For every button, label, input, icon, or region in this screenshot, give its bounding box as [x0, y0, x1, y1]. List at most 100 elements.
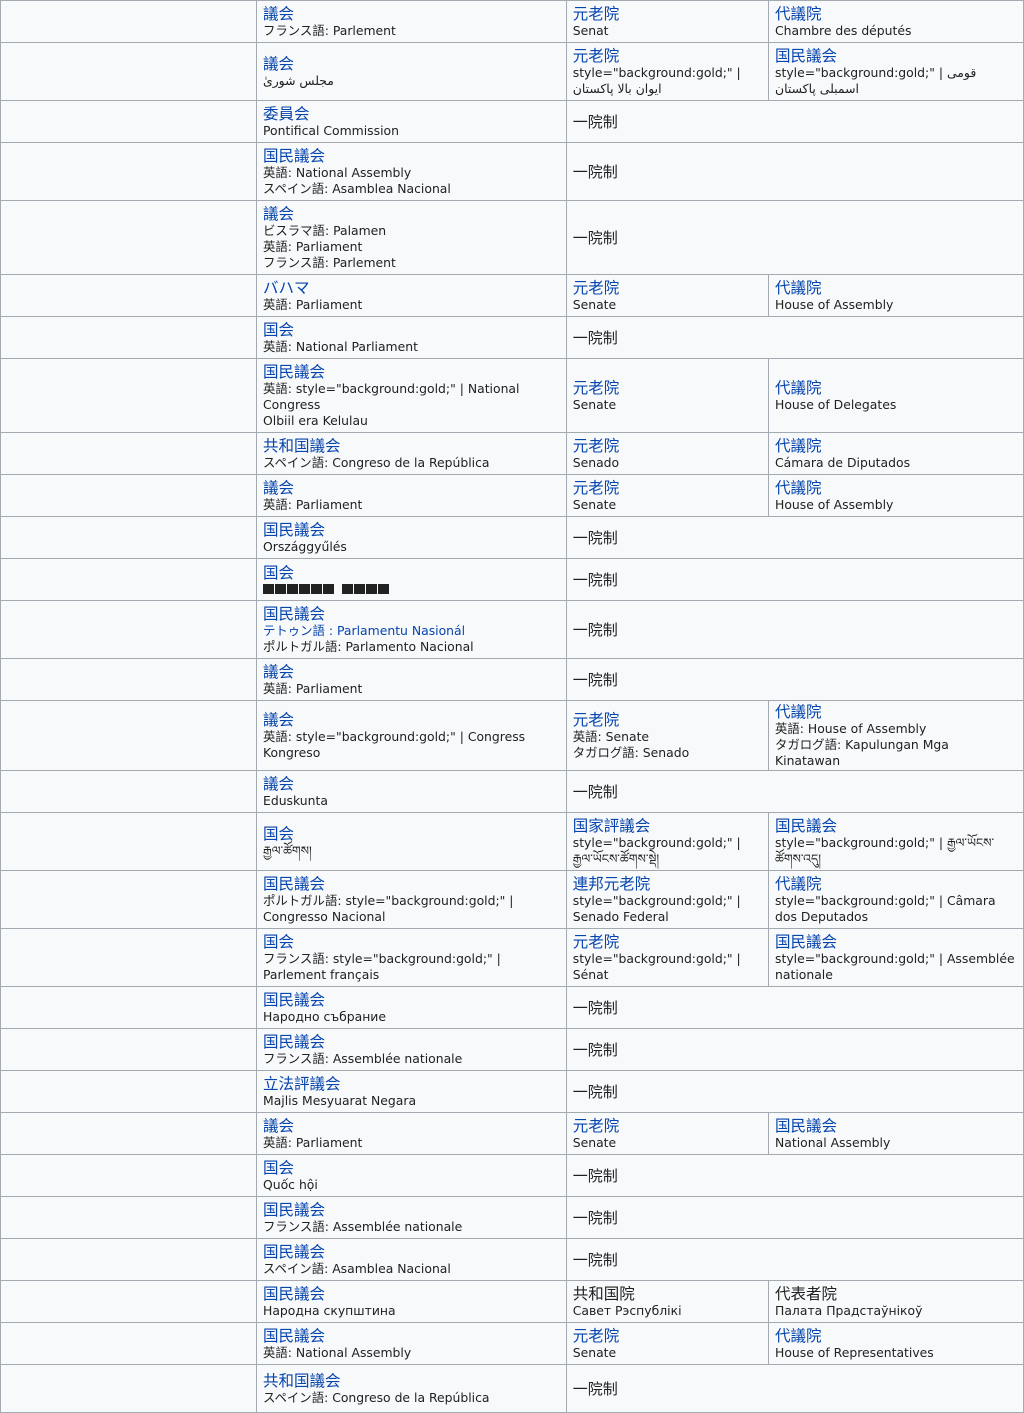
country-cell [0, 770, 257, 813]
house-name-link[interactable]: 代議院 [775, 1327, 1017, 1345]
legislature-name-link[interactable]: 立法評議会 [263, 1075, 560, 1093]
house-name-link[interactable]: 国民議会 [775, 817, 1017, 835]
country-cell [0, 200, 257, 275]
legislature-name-link[interactable]: 国民議会 [263, 1243, 560, 1261]
house-name-link[interactable]: 元老院 [573, 5, 762, 23]
unicameral-cell: 一院制 [565, 1028, 1024, 1071]
legislature-name-link[interactable]: 国会 [263, 933, 560, 951]
table-row: 議会 英語: Parliament 一院制 [0, 658, 1024, 701]
legislature-name-link[interactable]: 議会 [263, 5, 560, 23]
house-name-link[interactable]: 代議院 [775, 5, 1017, 23]
house-native-name: Senat [572, 23, 609, 38]
legislature-name-link[interactable]: 国民議会 [263, 521, 560, 539]
house-name-link[interactable]: 元老院 [573, 711, 762, 729]
legislature-cell: 議会 英語: style="background:gold;" | Congres… [256, 700, 567, 771]
legislature-name-link[interactable]: 共和国議会 [263, 1372, 560, 1390]
legislature-cell: 国会 英語: National Parliament [256, 316, 567, 359]
legislature-name-link[interactable]: 議会 [263, 55, 560, 73]
legislature-name-link[interactable]: 国民議会 [263, 1033, 560, 1051]
house-name-link[interactable]: 代議院 [775, 437, 1017, 455]
legislature-name-link[interactable]: 議会 [263, 479, 560, 497]
legislature-name-link[interactable]: 国民議会 [263, 363, 560, 381]
legislature-native-name: Országgyűlés [263, 539, 347, 554]
legislature-name-link[interactable]: 国民議会 [263, 605, 560, 623]
unicameral-label: 一院制 [572, 1209, 618, 1227]
table-row: 国会 フランス語: style="background:gold;" | Parl… [0, 928, 1024, 987]
house-name-link[interactable]: 代議院 [775, 875, 1017, 893]
legislature-native-name: スペイン語: Congreso de la República [263, 1390, 490, 1405]
legislature-name-link[interactable]: 国民議会 [263, 991, 560, 1009]
house-name-link[interactable]: 代議院 [775, 703, 1017, 721]
lower-house-cell: 代議院 House of Assembly [768, 474, 1024, 517]
legislature-name-link[interactable]: 議会 [263, 1117, 560, 1135]
legislature-name-link[interactable]: 国会 [263, 321, 560, 339]
legislature-native-name: Eduskunta [263, 793, 328, 808]
house-name-link[interactable]: 国民議会 [775, 933, 1017, 951]
table-row: 国民議会 フランス語: Assemblée nationale 一院制 [0, 1196, 1024, 1239]
unicameral-label: 一院制 [572, 1083, 618, 1101]
unicameral-cell: 一院制 [565, 986, 1024, 1029]
country-cell [0, 1322, 257, 1365]
house-name-link[interactable]: 元老院 [573, 379, 762, 397]
legislature-cell: 国民議会 Народна скупштина [256, 1280, 567, 1323]
legislature-name-link[interactable]: 共和国議会 [263, 437, 560, 455]
legislature-native-name: フランス語: style="background:gold;" | Parlem… [263, 951, 501, 982]
legislature-name-link[interactable]: 国民議会 [263, 1285, 560, 1303]
table-row: 議会 フランス語: Parlement 元老院 Senat 代議院 Chambre des… [0, 0, 1024, 43]
table-row: 国民議会 英語: style="background:gold;" | Natio… [0, 358, 1024, 433]
legislature-name-link[interactable]: 国民議会 [263, 1201, 560, 1219]
house-native-name: Senate [572, 297, 617, 312]
house-name-link[interactable]: 国民議会 [775, 47, 1017, 65]
legislature-name-link[interactable]: 国民議会 [263, 875, 560, 893]
country-cell [0, 812, 257, 871]
legislature-name-link[interactable]: 議会 [263, 711, 560, 729]
legislature-cell: 議会 英語: Parliament [256, 1112, 567, 1155]
house-name-link[interactable]: 元老院 [573, 47, 762, 65]
country-cell [0, 700, 257, 771]
house-name-link[interactable]: 国家評議会 [573, 817, 762, 835]
legislature-name-link[interactable]: 国会 [263, 1159, 560, 1177]
unicameral-cell: 一院制 [565, 770, 1024, 813]
house-name-link[interactable]: 元老院 [573, 1117, 762, 1135]
legislature-name-link[interactable]: 議会 [263, 775, 560, 793]
upper-house-cell: 元老院 Senate [565, 474, 770, 517]
legislature-native-name: ポルトガル語: style="background:gold;" | Congr… [263, 893, 514, 924]
house-name-link[interactable]: 元老院 [573, 1327, 762, 1345]
house-native-name: 英語: Senate [572, 729, 650, 744]
legislature-native-name: Народна скупштина [263, 1303, 396, 1318]
legislature-native-name: 英語: National Parliament [263, 339, 418, 354]
legislature-cell: 共和国議会 スペイン語: Congreso de la República [256, 432, 567, 475]
unicameral-label: 一院制 [572, 1380, 618, 1398]
legislature-cell: 国民議会 英語: style="background:gold;" | Natio… [256, 358, 567, 433]
legislature-name-link[interactable]: バハマ [263, 279, 560, 297]
house-name-link[interactable]: 元老院 [573, 933, 762, 951]
legislature-cell: 議会 Eduskunta [256, 770, 567, 813]
country-cell [0, 1154, 257, 1197]
legislature-name-link[interactable]: 国会 [263, 825, 560, 843]
house-native-name: Chambre des députés [775, 23, 912, 38]
house-name-link[interactable]: 連邦元老院 [573, 875, 762, 893]
legislature-native-name: Quốc hội [263, 1177, 318, 1192]
legislature-name-link[interactable]: 議会 [263, 663, 560, 681]
unicameral-label: 一院制 [572, 529, 618, 547]
lower-house-cell: 国民議会 National Assembly [768, 1112, 1024, 1155]
lower-house-cell: 代議院 style="background:gold;" | Câmara dos… [768, 870, 1024, 929]
legislature-native-name: Olbiil era Kelulau [263, 413, 368, 428]
legislature-name-link[interactable]: 国民議会 [263, 1327, 560, 1345]
legislature-name-link[interactable]: 国民議会 [263, 147, 560, 165]
house-name-link[interactable]: 代議院 [775, 279, 1017, 297]
legislature-name-link[interactable]: 議会 [263, 205, 560, 223]
house-name-link[interactable]: 国民議会 [775, 1117, 1017, 1135]
house-name-link[interactable]: 元老院 [573, 279, 762, 297]
house-name-link[interactable]: 代議院 [775, 479, 1017, 497]
legislature-native-name: スペイン語: Congreso de la República [263, 455, 490, 470]
house-name-link[interactable]: 代議院 [775, 379, 1017, 397]
legislature-name-link[interactable]: 国会 [263, 564, 560, 582]
legislature-name-link[interactable]: 委員会 [263, 105, 560, 123]
country-cell [0, 1364, 257, 1413]
table-row: 国会 Quốc hội 一院制 [0, 1154, 1024, 1197]
legislature-cell: 国会 རྒྱལ་ཚོགས། [256, 812, 567, 871]
house-name-link[interactable]: 元老院 [573, 437, 762, 455]
house-name-link[interactable]: 元老院 [573, 479, 762, 497]
legislature-native-name: テトゥン語 : Parlamentu Nasionál [263, 623, 466, 638]
